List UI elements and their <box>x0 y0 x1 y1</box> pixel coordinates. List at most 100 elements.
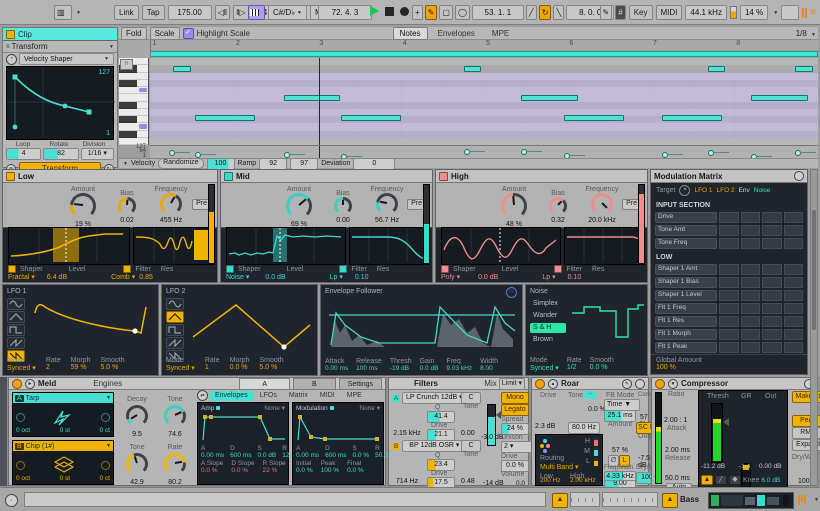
amount-knob[interactable] <box>286 193 312 219</box>
lfo1-morph[interactable]: 59 % <box>71 364 91 371</box>
filter-display[interactable] <box>349 227 430 265</box>
shaper-display[interactable] <box>441 227 561 265</box>
nudge-up-button[interactable]: ‖▷ <box>233 5 248 20</box>
envelope-follower-display[interactable] <box>327 299 517 349</box>
amount-knob[interactable] <box>70 193 96 219</box>
loop-toggle-button[interactable]: ↻ <box>539 5 552 20</box>
engine-a-oct[interactable]: 0 oct <box>16 427 30 434</box>
subtab-matrix[interactable]: Matrix <box>284 391 313 401</box>
midi-note[interactable] <box>521 95 578 101</box>
env-param-value[interactable]: 0.0 % <box>347 467 364 474</box>
timeline-bar-label[interactable]: 7 <box>653 40 657 47</box>
env-param-value[interactable]: 600 ms <box>230 452 251 459</box>
release-value[interactable]: 50.0 ms <box>665 475 690 482</box>
slope-mode-icon[interactable]: ╱ <box>715 475 727 485</box>
rotate-field[interactable]: 82 <box>43 148 78 160</box>
shaper-display[interactable] <box>8 227 130 265</box>
loop-start-field[interactable]: 53. 1. 1 <box>472 5 524 20</box>
matrix-target-button[interactable]: Shaper 1 Bias <box>655 277 717 288</box>
frequency-knob[interactable] <box>591 193 613 215</box>
velocity-marker[interactable] <box>521 149 527 155</box>
warning-icon[interactable]: ▲ <box>662 493 678 508</box>
band-color-chip[interactable] <box>224 172 233 181</box>
push-display-button[interactable]: # <box>615 5 625 20</box>
amp-env-route-select[interactable]: None ▾ <box>264 404 285 412</box>
piano-key[interactable] <box>119 116 148 123</box>
grid-size-select[interactable]: 1/8 ▼ <box>796 29 816 38</box>
timeline-ruler[interactable]: 12345678 <box>150 40 818 50</box>
engine-a-knob2[interactable] <box>164 405 186 427</box>
randomize-button[interactable]: Randomize <box>158 158 203 169</box>
shaper-display[interactable] <box>226 227 346 265</box>
thresh-value[interactable]: -11.2 dB <box>701 463 725 470</box>
matrix-cell[interactable] <box>784 290 804 301</box>
peak-mode-icon[interactable]: ▲ <box>701 475 713 485</box>
record-button[interactable] <box>400 7 409 16</box>
device-chain-minimap[interactable] <box>708 492 794 509</box>
nudge-down-button[interactable]: ◁‖ <box>215 5 230 20</box>
knee-value[interactable]: 6.0 dB <box>761 477 780 484</box>
timeline-bar-label[interactable]: 2 <box>236 40 240 47</box>
midi-note[interactable] <box>284 95 341 101</box>
subtab-mpe[interactable]: MPE <box>342 391 367 401</box>
follow-button[interactable]: ◯ <box>455 5 470 20</box>
velocity-marker[interactable] <box>169 150 175 156</box>
midi-keyboard-toggle[interactable] <box>248 5 265 20</box>
key-map-button[interactable]: Key <box>629 5 653 20</box>
chevron-down-icon[interactable]: ▼ <box>109 44 114 50</box>
device-view-handle[interactable] <box>0 377 7 486</box>
matrix-cell[interactable] <box>719 277 739 288</box>
res-value[interactable]: 0.10 <box>355 274 369 281</box>
arrangement-position-field[interactable]: 72. 4. 3 <box>318 5 372 20</box>
frequency-value[interactable]: 56.7 Hz <box>375 217 399 224</box>
filter-b-volume-value[interactable]: -14 dB <box>483 480 504 487</box>
env-param-value[interactable]: 0.0 % <box>352 452 369 459</box>
matrix-cell[interactable] <box>784 316 804 327</box>
matrix-cell[interactable] <box>719 212 739 223</box>
matrix-target-button[interactable]: Flt 1 Freq <box>655 303 717 314</box>
lfo2-morph[interactable]: 0.0 % <box>230 364 250 371</box>
noise-option[interactable]: Wander <box>530 311 566 321</box>
randomize-amount-field[interactable]: 100 <box>207 158 235 170</box>
saw-up-wave-icon[interactable] <box>7 337 25 349</box>
listen-headphone-icon[interactable]: ∩ <box>506 287 517 298</box>
filter-chip[interactable] <box>123 265 131 273</box>
shaper-type-select[interactable]: Fractal ▾ <box>8 273 35 281</box>
square-wave-icon[interactable] <box>166 324 184 336</box>
envf-param-value[interactable]: 9.03 kHz <box>446 365 472 372</box>
noise-mode[interactable]: Synced ▾ <box>530 364 559 372</box>
velocity-marker[interactable] <box>464 149 470 155</box>
env-param-value[interactable]: 22 % <box>263 467 286 474</box>
frequency-value[interactable]: 455 Hz <box>160 217 182 224</box>
engine-b-knob1[interactable] <box>126 453 148 475</box>
grid-row[interactable] <box>150 87 818 94</box>
mod-env-route-select[interactable]: None ▾ <box>359 404 380 412</box>
edit-icon[interactable]: ✎ <box>622 379 632 389</box>
tab-b[interactable]: B <box>293 378 336 389</box>
link-button[interactable]: Link <box>114 5 139 20</box>
bias-value[interactable]: 0.00 <box>336 217 350 224</box>
loop-count-field[interactable]: 4 <box>6 148 41 160</box>
piano-key[interactable] <box>119 102 148 109</box>
grid-row[interactable] <box>150 123 818 130</box>
velocity-marker[interactable] <box>708 150 714 156</box>
midi-note[interactable] <box>662 115 722 121</box>
engine-a-left-mod-icon[interactable] <box>16 413 25 422</box>
lane-collapse-icon[interactable]: ▼ <box>123 161 128 167</box>
matrix-target-button[interactable]: Drive <box>655 212 717 223</box>
matrix-cell[interactable] <box>741 342 761 353</box>
bias-value[interactable]: 0.32 <box>551 217 565 224</box>
midi-note[interactable] <box>795 66 812 72</box>
matrix-cell[interactable] <box>741 329 761 340</box>
engine-a-ct[interactable]: 0 ct <box>100 427 110 434</box>
res-value[interactable]: 0.85 <box>139 274 153 281</box>
tap-tempo-button[interactable]: Tap <box>142 5 165 20</box>
env-param-value[interactable]: 0.00 ms <box>201 452 224 459</box>
frequency-value[interactable]: 20.0 kHz <box>588 217 616 224</box>
tab-mpe[interactable]: MPE <box>485 27 516 40</box>
timeline-bar-label[interactable]: 8 <box>736 40 740 47</box>
filter-display[interactable] <box>564 227 645 265</box>
sine-wave-icon[interactable] <box>166 298 184 310</box>
amp-envelope-display[interactable] <box>200 413 288 443</box>
matrix-cell[interactable] <box>741 290 761 301</box>
